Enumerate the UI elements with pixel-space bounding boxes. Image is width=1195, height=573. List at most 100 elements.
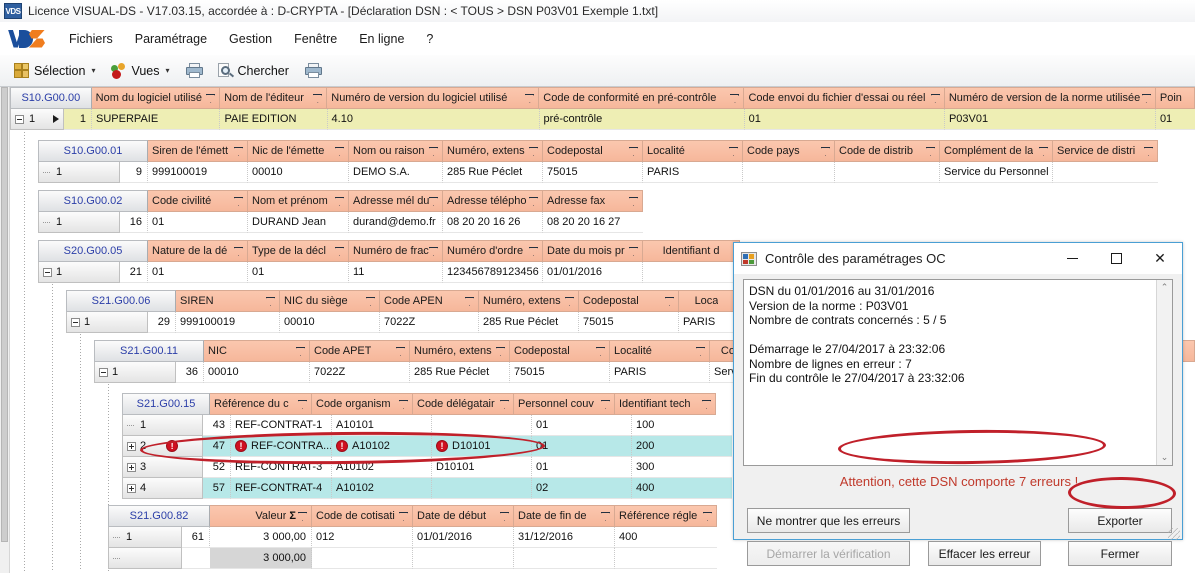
column-header[interactable]: SIREN bbox=[176, 290, 280, 312]
column-header[interactable]: Siren de l'émett bbox=[148, 140, 248, 162]
cell[interactable]: 285 Rue Péclet bbox=[443, 162, 543, 183]
column-header[interactable]: Localité bbox=[643, 140, 743, 162]
cell[interactable]: 400 bbox=[615, 527, 717, 548]
cell[interactable]: 01 bbox=[148, 212, 248, 233]
filter-icon[interactable] bbox=[496, 346, 505, 356]
column-header[interactable]: Code de cotisati bbox=[312, 505, 413, 527]
column-header[interactable]: Adresse télépho bbox=[443, 190, 543, 212]
table-row[interactable]: 1 16 01 DURAND Jean durand@demo.fr 08 20… bbox=[38, 212, 678, 233]
column-header[interactable]: Numéro, extens bbox=[410, 340, 510, 362]
column-header[interactable]: Date de fin de bbox=[514, 505, 615, 527]
column-header[interactable]: Valeur Σ bbox=[210, 505, 312, 527]
cell[interactable]: ! A10102 bbox=[332, 436, 432, 457]
cell[interactable]: A10102 bbox=[332, 457, 432, 478]
column-header[interactable]: Code civilité bbox=[148, 190, 248, 212]
column-header[interactable]: Numéro d'ordre bbox=[443, 240, 543, 262]
filter-icon[interactable] bbox=[429, 246, 438, 256]
column-header[interactable]: Numéro de frac bbox=[349, 240, 443, 262]
chercher-button[interactable]: Chercher bbox=[212, 61, 294, 81]
filter-icon[interactable] bbox=[266, 296, 275, 306]
cell[interactable]: 01 bbox=[148, 262, 248, 283]
cell[interactable]: 75015 bbox=[579, 312, 679, 333]
column-header[interactable]: Nom de l'éditeur bbox=[220, 87, 328, 109]
column-header[interactable]: Code APEN bbox=[380, 290, 479, 312]
filter-icon[interactable] bbox=[500, 511, 509, 521]
column-header[interactable]: Numéro, extens bbox=[443, 140, 543, 162]
column-header[interactable]: Code de conformité en pré-contrôle bbox=[539, 87, 745, 109]
column-header[interactable]: Numéro de version du logiciel utilisé bbox=[327, 87, 540, 109]
menu-item-help[interactable]: ? bbox=[415, 29, 444, 49]
maximize-button[interactable] bbox=[1094, 243, 1138, 274]
filter-icon[interactable] bbox=[629, 146, 638, 156]
filter-icon[interactable] bbox=[601, 511, 610, 521]
cell[interactable]: 200 bbox=[632, 436, 732, 457]
column-header[interactable]: Nom ou raison bbox=[349, 140, 443, 162]
cell[interactable]: PARIS bbox=[643, 162, 743, 183]
column-header[interactable]: NIC du siège bbox=[280, 290, 380, 312]
column-header[interactable]: Type de la décl bbox=[248, 240, 349, 262]
cell[interactable]: 100 bbox=[632, 415, 732, 436]
filter-icon[interactable] bbox=[529, 146, 538, 156]
row-header[interactable]: 2 ! bbox=[122, 436, 204, 457]
row-header[interactable]: 1 bbox=[38, 212, 120, 233]
menu-item-fichiers[interactable]: Fichiers bbox=[58, 29, 124, 49]
filter-icon[interactable] bbox=[206, 93, 216, 103]
cell[interactable]: 123456789123456 bbox=[443, 262, 543, 283]
cell[interactable]: 01 bbox=[1155, 109, 1195, 130]
cell[interactable] bbox=[1053, 162, 1158, 183]
cell[interactable]: REF-CONTRAT-3 bbox=[231, 457, 332, 478]
row-header[interactable]: 3 bbox=[122, 457, 204, 478]
cell[interactable]: DURAND Jean bbox=[248, 212, 349, 233]
column-header[interactable]: Complément de la bbox=[940, 140, 1053, 162]
filter-icon[interactable] bbox=[529, 246, 538, 256]
cell[interactable]: 01 bbox=[532, 457, 632, 478]
filter-icon[interactable] bbox=[429, 196, 438, 206]
table-row[interactable]: 1 36 00010 7022Z 285 Rue Péclet 75015 PA… bbox=[94, 362, 784, 383]
left-scrollbar[interactable] bbox=[0, 87, 10, 573]
filter-icon[interactable] bbox=[821, 146, 830, 156]
cell[interactable]: PARIS bbox=[679, 312, 735, 333]
cell[interactable] bbox=[432, 478, 532, 499]
column-header[interactable]: Code de distrib bbox=[835, 140, 940, 162]
column-header[interactable]: Codepostal bbox=[510, 340, 610, 362]
cell[interactable]: 75015 bbox=[543, 162, 643, 183]
column-header[interactable]: Nature de la dé bbox=[148, 240, 248, 262]
expand-icon[interactable] bbox=[127, 462, 136, 472]
column-header[interactable]: Code délégatair bbox=[413, 393, 514, 415]
cell[interactable]: REF-CONTRAT-1 bbox=[231, 415, 332, 436]
filter-icon[interactable] bbox=[234, 196, 243, 206]
filter-icon[interactable] bbox=[1039, 146, 1048, 156]
vues-button[interactable]: Vues ▾ bbox=[106, 61, 174, 81]
column-header[interactable]: Adresse mél du bbox=[349, 190, 443, 212]
start-verification-button[interactable]: Démarrer la vérification bbox=[747, 541, 910, 566]
column-header[interactable]: NIC bbox=[204, 340, 310, 362]
expand-icon[interactable] bbox=[127, 441, 136, 451]
scroll-down-icon[interactable]: ⌄ bbox=[1157, 450, 1172, 465]
filter-icon[interactable] bbox=[298, 399, 307, 409]
cell[interactable]: 08 20 20 16 26 bbox=[443, 212, 543, 233]
column-header[interactable]: Codepostal bbox=[579, 290, 679, 312]
column-header[interactable]: Date de début bbox=[413, 505, 514, 527]
cell[interactable]: Service du Personnel bbox=[940, 162, 1053, 183]
filter-icon[interactable] bbox=[665, 296, 674, 306]
row-header[interactable]: 1 bbox=[38, 262, 120, 283]
column-header[interactable]: Code envoi du fichier d'essai ou réel bbox=[744, 87, 945, 109]
row-header[interactable]: 1 bbox=[10, 109, 64, 130]
filter-icon[interactable] bbox=[335, 196, 344, 206]
filter-icon[interactable] bbox=[601, 399, 610, 409]
scrollbar-thumb[interactable] bbox=[1, 87, 8, 542]
filter-icon[interactable] bbox=[1144, 146, 1153, 156]
cell[interactable] bbox=[743, 162, 835, 183]
expand-icon[interactable] bbox=[127, 483, 136, 493]
close-button[interactable]: ✕ bbox=[1138, 243, 1182, 274]
filter-icon[interactable] bbox=[313, 93, 323, 103]
cell[interactable]: P03V01 bbox=[944, 109, 1156, 130]
column-header[interactable]: Référence du c bbox=[210, 393, 312, 415]
column-header[interactable]: Personnel couv bbox=[514, 393, 615, 415]
collapse-icon[interactable] bbox=[71, 317, 80, 327]
filter-icon[interactable] bbox=[1141, 93, 1151, 103]
collapse-icon[interactable] bbox=[43, 267, 52, 277]
table-row[interactable]: 3 52 REF-CONTRAT-3 A10102 D10101 01 300 bbox=[122, 457, 732, 478]
cell[interactable]: 400 bbox=[632, 478, 732, 499]
filter-icon[interactable] bbox=[926, 146, 935, 156]
